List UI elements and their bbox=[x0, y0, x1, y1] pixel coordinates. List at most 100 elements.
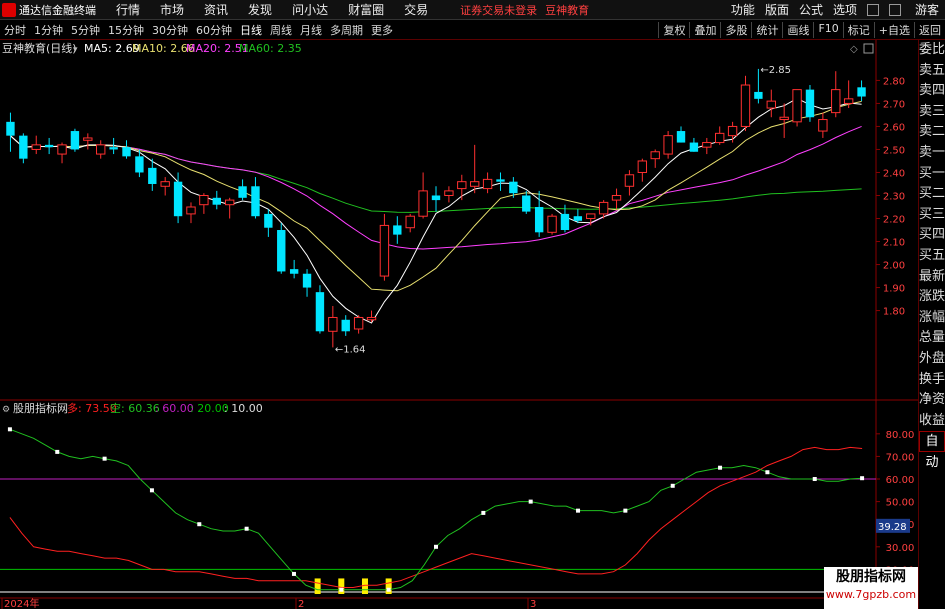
candle-down bbox=[534, 207, 544, 233]
chart-canvas[interactable]: 2.80 2.70 2.60 2.50 2.40 2.30 2.20 2.10 2.00 1.90… bbox=[0, 0, 918, 609]
candle-up bbox=[740, 84, 751, 127]
kong-marker bbox=[576, 508, 581, 513]
price-tick-label: 2.60 bbox=[883, 122, 905, 133]
candle-up bbox=[650, 151, 660, 160]
candle-down bbox=[754, 91, 763, 99]
candle-down bbox=[805, 89, 815, 118]
candle-up bbox=[831, 89, 841, 114]
x-tick-label: 3 bbox=[530, 599, 536, 609]
candle-up bbox=[31, 144, 41, 150]
duo-line bbox=[9, 446, 863, 588]
kong-marker bbox=[149, 488, 154, 493]
guest-label[interactable]: 游客 bbox=[915, 1, 939, 18]
main-axis: 2.80 2.70 2.60 2.50 2.40 2.30 2.20 2.10 2.00 1.90… bbox=[876, 76, 905, 318]
candle-up bbox=[353, 316, 364, 330]
sidebar-item-buy1[interactable]: 买一 bbox=[919, 164, 945, 185]
sidebar-item-latest[interactable]: 最新 bbox=[919, 267, 945, 288]
sidebar-item-buy5[interactable]: 买五 bbox=[919, 246, 945, 267]
candle-up bbox=[379, 224, 390, 277]
sidebar-item-turnover[interactable]: 换手 bbox=[919, 370, 945, 391]
sidebar-item-sell2[interactable]: 卖二 bbox=[919, 122, 945, 143]
candle-up bbox=[637, 160, 648, 173]
collapse-icon[interactable]: ▾ bbox=[73, 45, 78, 55]
sidebar-auto-button[interactable]: 自动 bbox=[919, 431, 945, 470]
candle-up bbox=[586, 213, 596, 220]
candle-down bbox=[238, 186, 247, 198]
kong-marker bbox=[197, 522, 202, 527]
candle-up bbox=[547, 215, 557, 233]
indicator-tick-label: 30.00 bbox=[886, 543, 915, 554]
price-tick-label: 2.70 bbox=[883, 99, 905, 110]
signal-bar bbox=[314, 578, 321, 594]
candle-up bbox=[96, 144, 106, 155]
candle-down bbox=[573, 216, 583, 221]
candle-up bbox=[457, 181, 467, 190]
candle-down bbox=[148, 167, 157, 184]
sidebar-item-outer[interactable]: 外盘 bbox=[919, 349, 945, 370]
candle-up bbox=[405, 215, 415, 229]
sidebar-item-buy4[interactable]: 买四 bbox=[919, 225, 945, 246]
candle-up bbox=[444, 190, 454, 196]
sidebar-item-earnings[interactable]: 收益 bbox=[919, 411, 945, 432]
kong-marker bbox=[244, 526, 249, 531]
sidebar-item-buy2[interactable]: 买二 bbox=[919, 184, 945, 205]
candle-up bbox=[224, 199, 235, 206]
candle-up bbox=[199, 194, 209, 206]
kong-marker bbox=[386, 587, 391, 592]
candle-down bbox=[509, 181, 518, 194]
sidebar-item-sell1[interactable]: 卖一 bbox=[919, 143, 945, 164]
sidebar-item-weibi[interactable]: 委比 bbox=[919, 40, 945, 61]
candle-down bbox=[264, 213, 273, 228]
candle-up bbox=[482, 178, 493, 190]
candle-down bbox=[70, 131, 80, 150]
price-annotations: ←2.85 ←1.64 bbox=[335, 65, 791, 355]
candle-down bbox=[122, 147, 131, 157]
sidebar-item-change-pct[interactable]: 涨幅 bbox=[919, 308, 945, 329]
indicator-lines bbox=[0, 427, 876, 594]
candle-down bbox=[44, 144, 54, 148]
sidebar-item-sell5[interactable]: 卖五 bbox=[919, 61, 945, 82]
sidebar-item-change[interactable]: 涨跌 bbox=[919, 287, 945, 308]
watermark-line1: 股朋指标网 bbox=[836, 569, 906, 585]
price-tick-label: 1.90 bbox=[883, 284, 905, 295]
settings-icon[interactable]: ⚙ bbox=[2, 405, 10, 415]
price-tick-label: 2.80 bbox=[883, 76, 905, 87]
signal-bar bbox=[361, 578, 368, 594]
price-tick-label: 1.80 bbox=[883, 307, 905, 318]
kong-marker bbox=[481, 510, 486, 515]
candle-up bbox=[418, 190, 428, 217]
indicator-tick-label: 80.00 bbox=[886, 430, 915, 441]
candle-up bbox=[779, 116, 789, 121]
sidebar-item-net-assets[interactable]: 净资 bbox=[919, 390, 945, 411]
sidebar-item-buy3[interactable]: 买三 bbox=[919, 205, 945, 226]
window-icon[interactable] bbox=[863, 43, 874, 54]
indicator-tick-label: 70.00 bbox=[886, 452, 915, 463]
candlestick-series bbox=[6, 68, 866, 348]
candle-down bbox=[302, 273, 312, 288]
kong-marker bbox=[860, 476, 865, 481]
candle-up bbox=[611, 194, 622, 201]
kong-marker bbox=[7, 427, 12, 432]
candle-up bbox=[663, 135, 673, 155]
sidebar-item-sell4[interactable]: 卖四 bbox=[919, 81, 945, 102]
candle-up bbox=[366, 316, 377, 321]
sidebar-item-volume[interactable]: 总量 bbox=[919, 328, 945, 349]
price-tick-label: 2.10 bbox=[883, 238, 905, 249]
indicator-tick-label: 60.00 bbox=[886, 475, 915, 486]
low-price-label: ←1.64 bbox=[335, 344, 366, 355]
candle-up bbox=[727, 125, 738, 137]
chart-title: 豆神教育(日线) bbox=[2, 41, 77, 55]
line20-value: : 20.00 bbox=[190, 402, 229, 415]
diamond-icon[interactable]: ◇ bbox=[850, 44, 858, 55]
candle-down bbox=[135, 156, 144, 173]
price-tick-label: 2.50 bbox=[883, 145, 905, 156]
candle-down bbox=[6, 121, 15, 136]
sidebar-item-sell3[interactable]: 卖三 bbox=[919, 102, 945, 123]
x-tick-label: 2024年 bbox=[4, 597, 39, 609]
candle-down bbox=[212, 197, 221, 205]
kong-marker bbox=[623, 508, 628, 513]
high-price-label: ←2.85 bbox=[760, 65, 791, 76]
candle-up bbox=[818, 119, 828, 132]
tool-back[interactable]: 返回 bbox=[914, 21, 945, 38]
kong-marker bbox=[339, 587, 344, 592]
